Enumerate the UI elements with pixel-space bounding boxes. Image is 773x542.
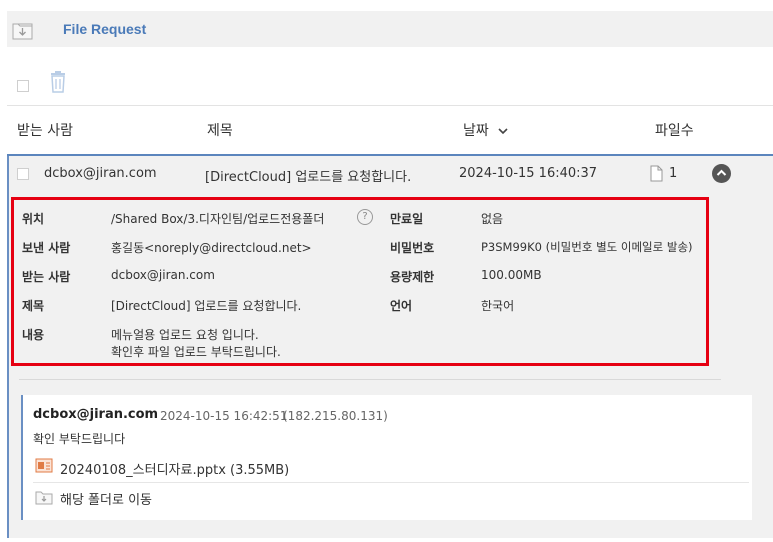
detail-content-line2: 확인후 파일 업로드 부탁드립니다. [111,345,281,359]
comment-divider [33,482,749,483]
row-checkbox[interactable] [17,168,29,180]
detail-location-value: /Shared Box/3.디자인팀/업로드전용폴더 [111,212,325,226]
comment-message: 확인 부탁드립니다 [33,432,126,446]
column-header-subject[interactable]: 제목 [207,120,233,140]
header-divider [7,105,773,106]
detail-subject-label: 제목 [22,299,45,313]
detail-password-label: 비밀번호 [390,241,435,255]
folder-request-icon [12,23,33,40]
detail-recipient-value: dcbox@jiran.com [111,268,215,282]
detail-content-line1: 메뉴얼용 업로드 요청 입니다. [111,328,259,342]
pptx-file-icon [35,458,53,473]
column-header-files[interactable]: 파일수 [655,120,694,140]
detail-expiry-label: 만료일 [390,212,424,226]
uploaded-file-link[interactable]: 20240108_스터디자료.pptx (3.55MB) [60,459,289,478]
detail-subject-value: [DirectCloud] 업로드를 요청합니다. [111,299,302,313]
collapse-chevron-up-icon [716,169,727,176]
collapse-row-button[interactable] [712,164,731,183]
detail-content-label: 내용 [22,328,45,342]
row-file-count: 1 [669,166,678,181]
row-recipient[interactable]: dcbox@jiran.com [44,166,157,181]
page-title: File Request [63,21,147,37]
detail-password-value: P3SM99K0 (비밀번호 별도 이메일로 발송) [481,240,693,254]
detail-location-label: 위치 [22,212,45,226]
folder-move-icon [35,491,53,505]
trash-icon[interactable] [47,70,69,94]
column-header-date[interactable]: 날짜 [463,120,509,140]
detail-expiry-value: 없음 [481,212,504,226]
comment-author: dcbox@jiran.com [33,407,159,422]
detail-language-label: 언어 [390,299,413,313]
row-subject[interactable]: [DirectCloud] 업로드를 요청합니다. [205,166,411,185]
file-icon [650,165,663,182]
select-all-checkbox[interactable] [17,80,29,92]
row-date: 2024-10-15 16:40:37 [459,166,598,181]
column-header-date-label: 날짜 [463,123,489,139]
move-to-folder-link[interactable]: 해당 폴더로 이동 [60,489,152,508]
detail-sender-value: 홍길동<noreply@directcloud.net> [111,241,312,255]
detail-capacity-value: 100.00MB [481,268,542,282]
detail-recipient-label: 받는 사람 [22,270,71,284]
help-icon[interactable]: ? [357,209,373,225]
detail-language-value: 한국어 [481,299,515,313]
detail-capacity-label: 용량제한 [390,270,435,284]
comment-ip: (182.215.80.131) [283,409,388,423]
comment-time: 2024-10-15 16:42:51 [160,409,288,423]
sort-chevron-down-icon [498,128,508,135]
row-selection-bar [7,156,9,538]
column-header-recipient[interactable]: 받는 사람 [17,120,73,140]
detail-sender-label: 보낸 사람 [22,241,71,255]
details-divider [19,379,721,380]
